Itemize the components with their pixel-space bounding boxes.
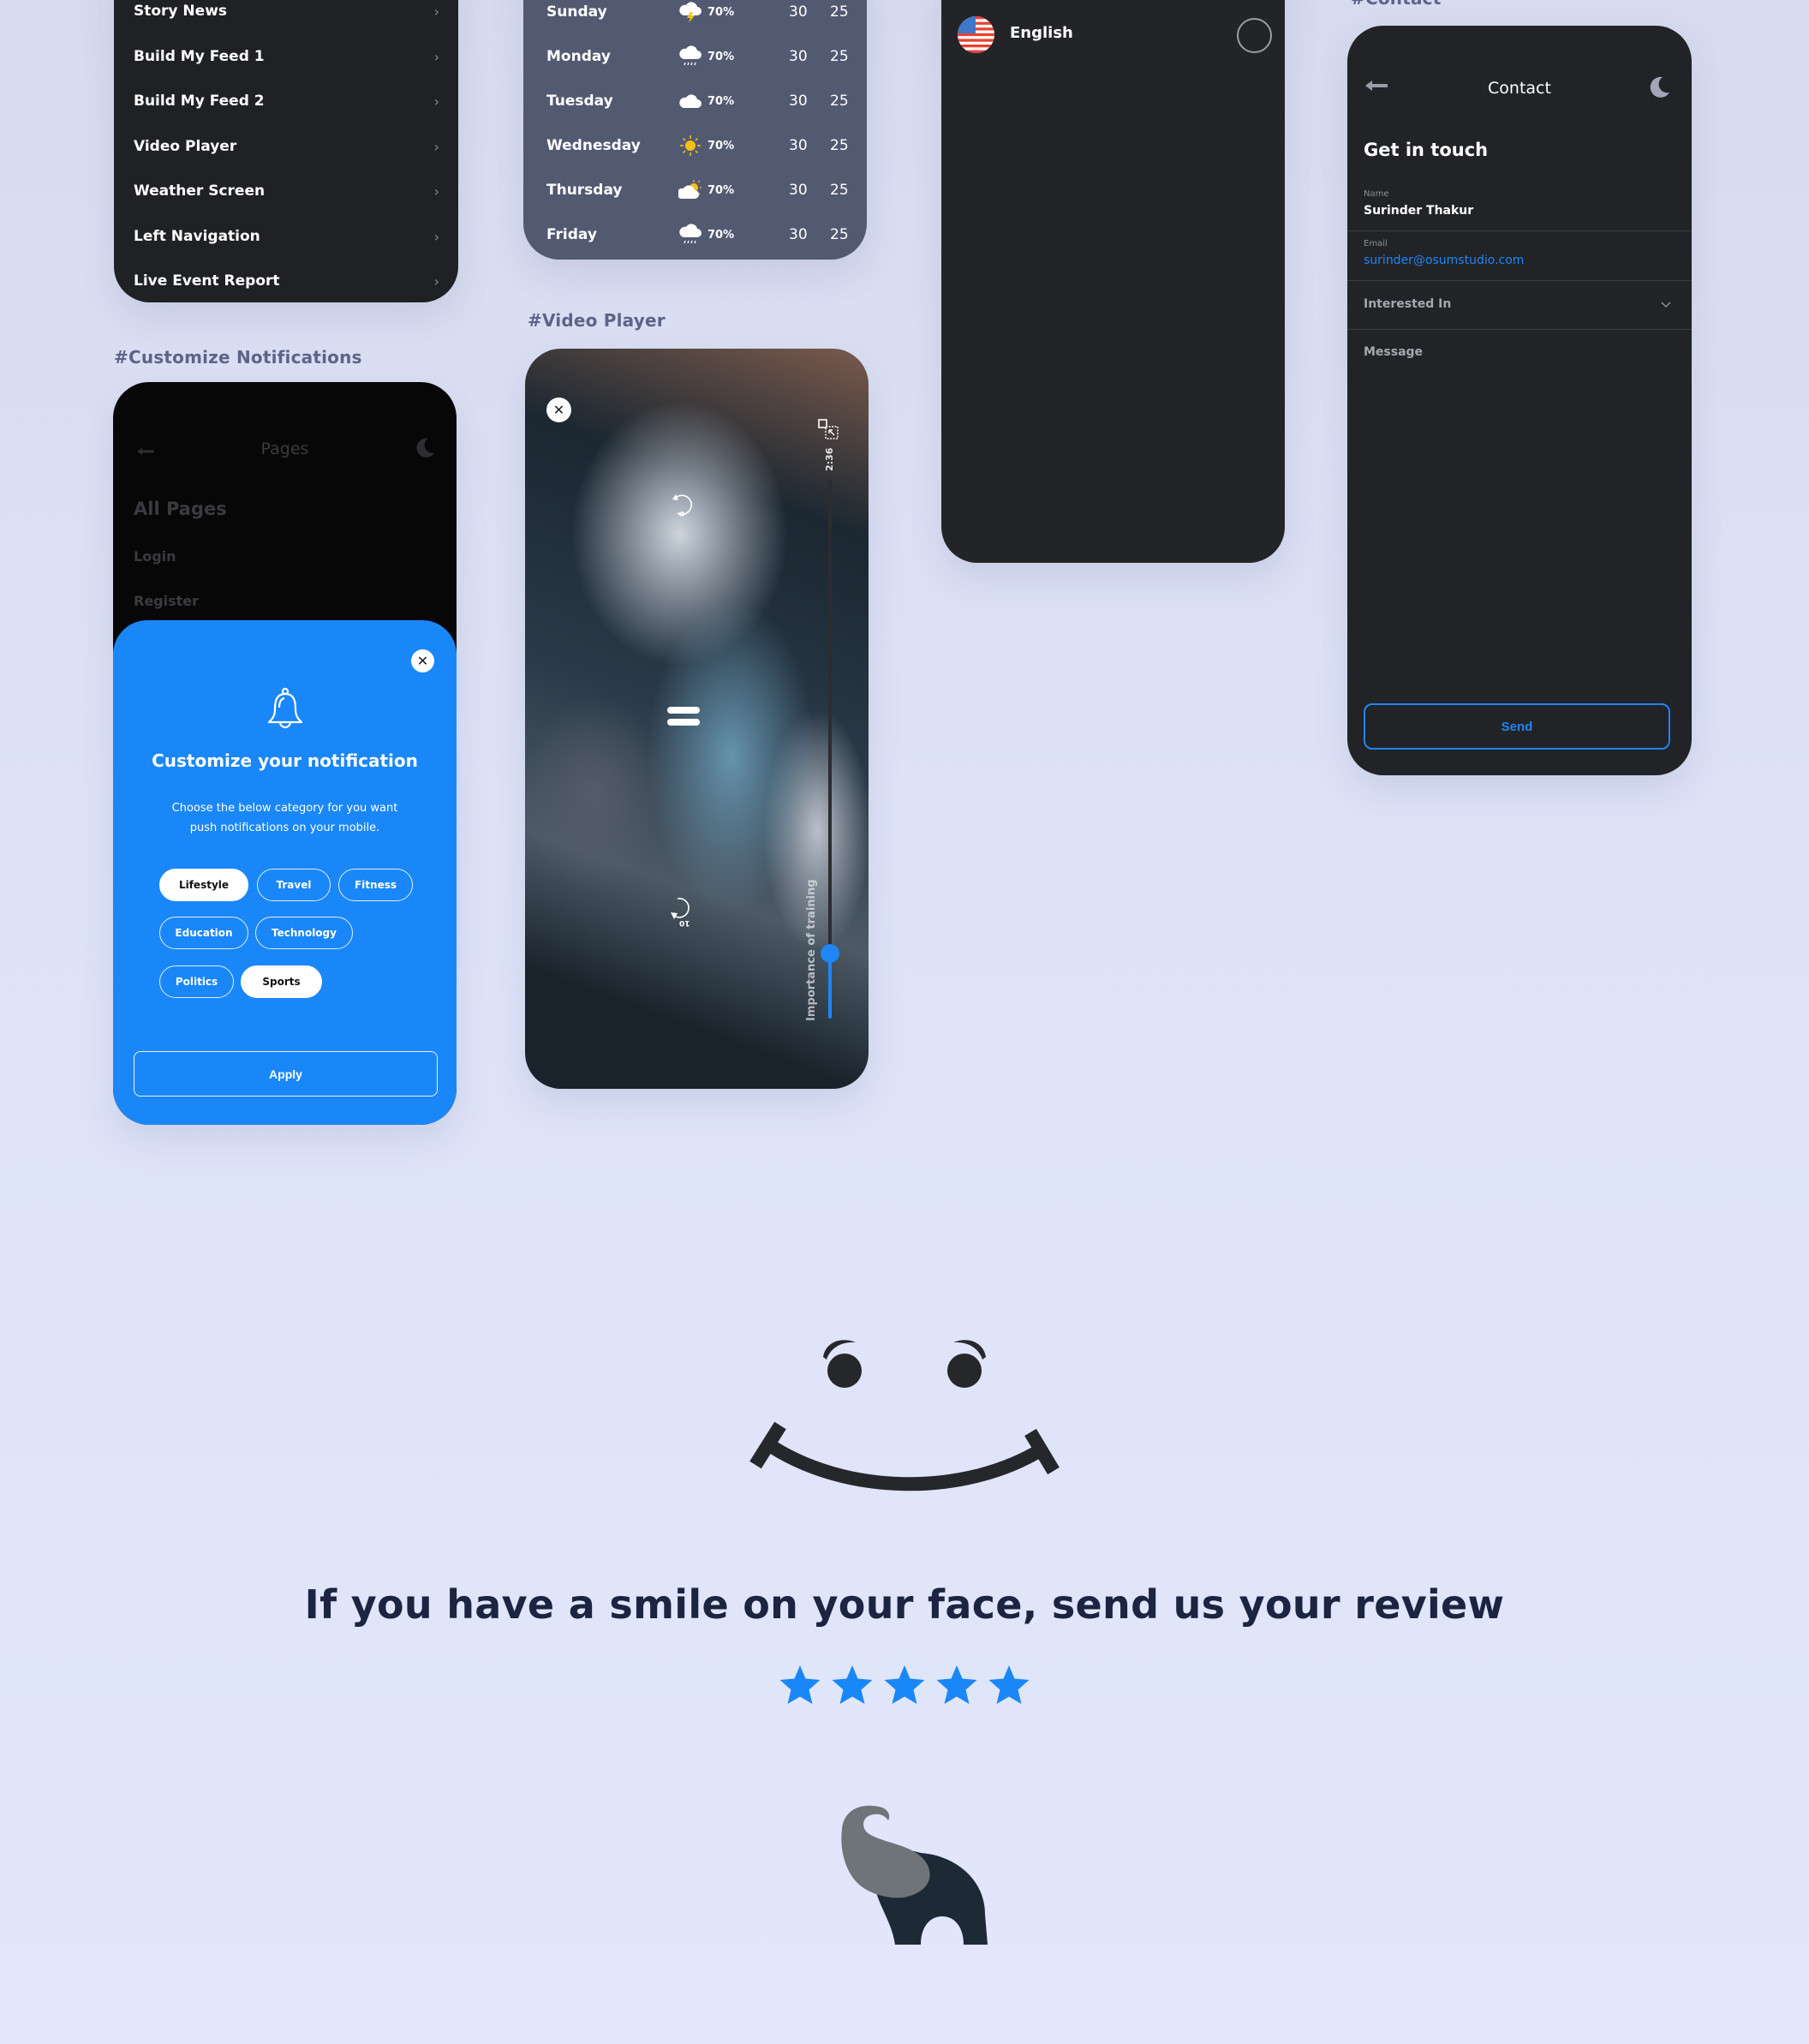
forecast-row: Friday 70% 30 25 [523, 212, 867, 257]
language-radio[interactable] [1237, 18, 1272, 53]
star-icon[interactable] [987, 1664, 1031, 1706]
chevron-right-icon: › [433, 3, 439, 20]
rain-cloud-icon [678, 45, 702, 66]
video-player-card: ✕ 2:36 Importance of training 10 [525, 349, 869, 1089]
menu-item-story-news[interactable]: Story News › [114, 0, 458, 33]
section-label-customize-notifications: #Customize Notifications [114, 347, 362, 368]
star-rating[interactable] [0, 1664, 1809, 1706]
chevron-right-icon: › [433, 272, 439, 290]
menu-item-build-my-feed-1[interactable]: Build My Feed 1 › [114, 34, 458, 79]
page-title: Pages [260, 439, 309, 458]
list-item-login: Login [134, 548, 176, 565]
left-eye [827, 1354, 862, 1388]
chevron-right-icon: › [433, 93, 439, 110]
chevron-right-icon: › [433, 138, 439, 155]
list-item-register: Register [134, 593, 200, 609]
forecast-row: Sunday 70% 30 25 [523, 0, 867, 34]
rewind-icon [672, 494, 692, 517]
page-title: Contact [1488, 79, 1551, 98]
chip-politics[interactable]: Politics [159, 965, 234, 998]
chip-fitness[interactable]: Fitness [338, 869, 413, 901]
forecast-row: Wednesday 70% 30 25 [523, 123, 867, 168]
menu-item-left-navigation[interactable]: Left Navigation › [114, 214, 458, 259]
contact-heading: Get in touch [1364, 140, 1489, 160]
pause-button[interactable] [667, 704, 700, 728]
chip-travel[interactable]: Travel [257, 869, 331, 901]
rain-cloud-icon [678, 223, 702, 244]
close-icon[interactable]: ✕ [411, 649, 434, 672]
interested-in-select[interactable]: Interested In [1347, 281, 1692, 330]
elephant-logo [841, 1805, 988, 1945]
smile-mouth [761, 1437, 1046, 1491]
right-eye [947, 1354, 982, 1388]
sheet-title: Customize your notification [152, 750, 418, 771]
picture-in-picture-icon[interactable] [818, 419, 839, 439]
pause-icon [667, 707, 700, 726]
menu-item-live-event-report[interactable]: Live Event Report › [114, 259, 458, 302]
section-label-video-player: #Video Player [528, 310, 666, 331]
cloud-icon [678, 89, 702, 113]
bell-icon [267, 687, 303, 729]
video-scrubber-handle[interactable] [821, 944, 839, 963]
thunderstorm-icon [678, 0, 702, 23]
sun-icon [680, 135, 701, 156]
email-field[interactable]: Email surinder@osumstudio.com [1347, 231, 1692, 281]
video-scrubber-progress [828, 953, 832, 1019]
sheet-description-line1: Choose the below category for you want [171, 802, 398, 815]
chip-sports[interactable]: Sports [241, 965, 322, 998]
language-select-card: English [941, 0, 1285, 563]
video-scrubber-track[interactable] [828, 479, 832, 1019]
forecast-row: Monday 70% 30 25 [523, 34, 867, 79]
chevron-down-icon [1661, 302, 1671, 308]
chip-technology[interactable]: Technology [255, 917, 353, 949]
all-pages-heading: All Pages [134, 499, 227, 519]
rewind-10-button[interactable] [666, 489, 698, 522]
chevron-right-icon: › [433, 182, 439, 200]
forecast-row: Tuesday 70% 30 25 [523, 79, 867, 123]
menu-item-weather-screen[interactable]: Weather Screen › [114, 169, 458, 213]
forward-10-button[interactable]: 10 [666, 895, 698, 929]
contact-card: Contact Get in touch Name Surinder Thaku… [1347, 26, 1692, 775]
menu-item-build-my-feed-2[interactable]: Build My Feed 2 › [114, 79, 458, 123]
moon-icon[interactable] [1647, 75, 1671, 99]
us-flag-icon [958, 16, 994, 53]
forecast-row: Thursday 70% 30 25 [523, 168, 867, 212]
name-field[interactable]: Name Surinder Thakur [1347, 182, 1692, 231]
chip-education[interactable]: Education [159, 917, 248, 949]
moon-icon [416, 438, 435, 457]
send-button[interactable]: Send [1364, 703, 1670, 750]
apply-button[interactable]: Apply [134, 1051, 438, 1097]
star-icon[interactable] [778, 1664, 822, 1706]
star-icon[interactable] [882, 1664, 927, 1706]
smiley-face-illustration [749, 1340, 1060, 1491]
notification-sheet: ✕ Customize your notification Choose the… [113, 620, 457, 1125]
video-title: Importance of training [805, 879, 818, 1021]
review-headline: If you have a smile on your face, send u… [304, 1581, 1505, 1628]
star-icon[interactable] [830, 1664, 875, 1706]
section-label-contact: #Contact [1351, 0, 1442, 9]
customize-notifications-card: Pages All Pages Login Register ✕ Customi… [113, 382, 457, 1125]
close-icon[interactable]: ✕ [546, 397, 571, 422]
menu-item-video-player[interactable]: Video Player › [114, 124, 458, 169]
message-textarea[interactable]: Message [1347, 330, 1692, 690]
pages-menu-card: Story News › Build My Feed 1 › Build My Fe… [114, 0, 458, 302]
chip-lifestyle[interactable]: Lifestyle [159, 869, 248, 901]
chevron-right-icon: › [433, 228, 439, 245]
partly-cloudy-icon [678, 180, 702, 202]
weather-forecast-card: Sunday 70% 30 25 Monday 70% 30 25 Tuesda… [523, 0, 867, 260]
chevron-right-icon: › [433, 48, 439, 65]
star-icon[interactable] [934, 1664, 979, 1706]
sheet-description-line2: push notifications on your mobile. [189, 822, 380, 834]
video-duration: 2:36 [824, 447, 835, 471]
